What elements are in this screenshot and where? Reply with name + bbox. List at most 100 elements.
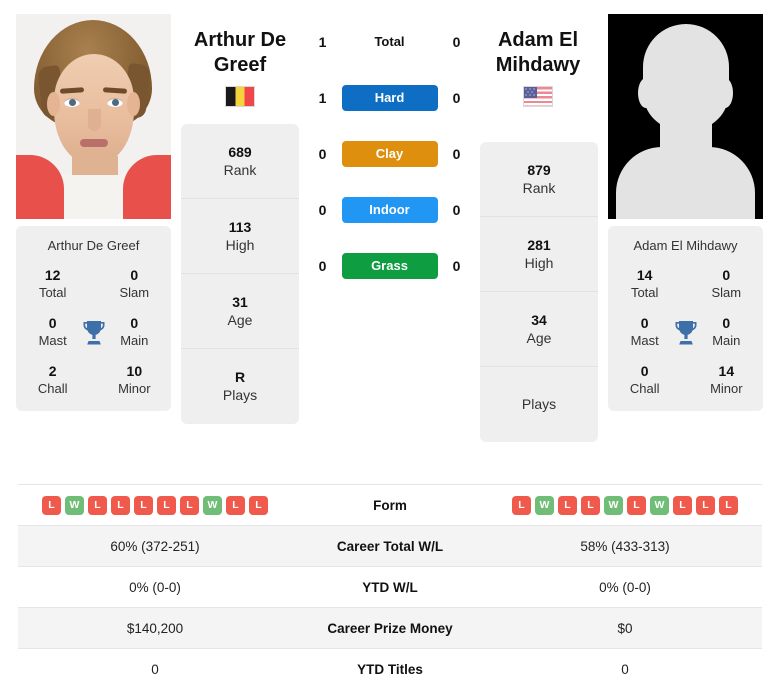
surface-chip-hard[interactable]: Hard: [341, 85, 438, 111]
left-titles-row-3: 2 Chall 10 Minor: [22, 363, 165, 399]
right-rank-label: Rank: [522, 179, 556, 196]
form-badge: W: [65, 495, 84, 515]
right-rank-panel: 879 Rank 281 High 34 Age Plays: [480, 142, 598, 442]
right-slam-titles: 0 Slam: [702, 267, 751, 301]
left-ytd_titles-cell: 0: [151, 661, 159, 677]
left-player-name: Arthur De Greef: [193, 29, 287, 76]
stat-label-form: Form: [373, 497, 407, 513]
silhouette-body: [616, 147, 755, 219]
right-main-value: 0: [722, 315, 731, 331]
right-player-column: Adam El Mihdawy 14 Total 0 Slam 0 Mast 0…: [608, 14, 763, 411]
right-rank-value: 879: [527, 161, 551, 178]
form-badge: W: [650, 495, 669, 515]
left-player-photo: [16, 14, 171, 219]
left-minor-titles: 10 Minor: [110, 363, 159, 397]
left-form-cell: LWLLLLLWLL: [18, 495, 292, 515]
form-badge: W: [604, 495, 623, 515]
surface-chip-total: Total: [374, 34, 405, 49]
right-titles-row-3: 0 Chall 14 Minor: [614, 363, 757, 399]
left-slam-titles: 0 Slam: [110, 267, 159, 301]
right-total-titles: 14 Total: [620, 267, 669, 301]
table-row: 0 YTD Titles 0: [18, 648, 762, 689]
left-career_total_wl-cell: 60% (372-251): [110, 538, 200, 554]
right-form-cell: LWLLWLWLLL: [488, 495, 762, 515]
right-slam-label: Slam: [711, 285, 742, 300]
right-career_prize_money-cell: $0: [617, 620, 633, 636]
surface-row-clay: 0 Clay 0: [303, 126, 476, 182]
right-career_total_wl-cell: 58% (433-313): [580, 538, 670, 554]
surface-row-grass: 0 Grass 0: [303, 238, 476, 294]
left-mast-titles: 0 Mast: [28, 315, 77, 349]
portrait-graphic: [16, 14, 171, 219]
left-total-label: Total: [38, 285, 67, 300]
right-chall-label: Chall: [629, 381, 660, 396]
left-plays-label: Plays: [222, 387, 258, 403]
form-badge: L: [673, 495, 692, 515]
left-slam-label: Slam: [119, 285, 150, 300]
stat-label-career_prize_money: Career Prize Money: [327, 620, 453, 636]
left-card-player-name: Arthur De Greef: [47, 238, 140, 253]
eye-left-shape: [64, 98, 80, 107]
left-titles-row-2: 0 Mast 0 Main: [22, 315, 165, 363]
head-to-head-column: 1 Total 0 1 Hard 0 0 Clay 0 0 Indoor 0 0 Grass 0: [299, 14, 480, 294]
left-rank-cell: 689 Rank: [181, 124, 299, 199]
surface-chip-indoor[interactable]: Indoor: [341, 197, 438, 223]
compare-area: Arthur De Greef 12 Total 0 Slam 0 Mast 0…: [0, 0, 779, 470]
form-badge: L: [558, 495, 577, 515]
comparison-stats-table: L W L L L L L W L L Form L W L L W L W L L L 60% (372-251) Car…: [18, 484, 762, 689]
right-grass-count: 0: [452, 258, 461, 274]
left-rank-value: 689: [228, 143, 252, 160]
left-mast-value: 0: [48, 315, 57, 331]
right-mast-value: 0: [640, 315, 649, 331]
right-plays-label: Plays: [521, 396, 557, 412]
surface-row-indoor: 0 Indoor 0: [303, 182, 476, 238]
right-player-name: Adam El Mihdawy: [495, 29, 581, 76]
left-career_prize_money-cell: $140,200: [126, 620, 184, 636]
left-total-value: 12: [44, 267, 61, 283]
left-mast-label: Mast: [38, 333, 67, 348]
form-badge: L: [627, 495, 646, 515]
right-main-label: Main: [712, 333, 741, 348]
right-chall-titles: 0 Chall: [620, 363, 669, 397]
left-total-titles: 12 Total: [28, 267, 77, 301]
form-badge: L: [111, 495, 130, 515]
right-player-name-header: Adam El Mihdawy: [468, 28, 608, 107]
stat-label-ytd_titles: YTD Titles: [357, 661, 423, 677]
left-clay-count: 0: [318, 146, 327, 162]
silhouette-ear-left: [638, 78, 654, 108]
right-rank-cell: 879 Rank: [480, 142, 598, 217]
left-player-stat-card: Arthur De Greef 12 Total 0 Slam 0 Mast 0…: [16, 226, 171, 411]
left-player-name-header: Arthur De Greef: [170, 28, 310, 107]
left-chall-value: 2: [48, 363, 57, 379]
jacket-left-shape: [16, 155, 64, 219]
table-row: $140,200 Career Prize Money $0: [18, 607, 762, 648]
ear-right-shape: [127, 92, 140, 116]
right-clay-count: 0: [452, 146, 461, 162]
form-badge: L: [512, 495, 531, 515]
left-minor-value: 10: [126, 363, 143, 379]
left-slam-value: 0: [130, 267, 139, 283]
form-badge: L: [249, 495, 268, 515]
surface-chip-grass[interactable]: Grass: [341, 253, 438, 279]
right-card-player-name: Adam El Mihdawy: [633, 238, 738, 253]
right-slam-value: 0: [722, 267, 731, 283]
surface-row-total: 1 Total 0: [303, 14, 476, 70]
stat-label-ytd_wl: YTD W/L: [362, 579, 418, 595]
right-high-label: High: [524, 254, 554, 271]
right-total-label: Total: [630, 285, 659, 300]
right-mast-titles: 0 Mast: [620, 315, 669, 349]
right-ytd_wl-cell: 0% (0-0): [599, 579, 651, 595]
right-minor-titles: 14 Minor: [702, 363, 751, 397]
right-main-titles: 0 Main: [702, 315, 751, 349]
left-age-cell: 31 Age: [181, 274, 299, 349]
mouth-shape: [80, 139, 108, 147]
surface-chip-clay[interactable]: Clay: [341, 141, 438, 167]
right-age-label: Age: [526, 329, 552, 346]
form-badge: L: [719, 495, 738, 515]
form-badge: L: [696, 495, 715, 515]
left-minor-label: Minor: [118, 381, 151, 396]
form-badge: W: [535, 495, 554, 515]
form-badge: L: [581, 495, 600, 515]
left-trophy-icon: [77, 319, 109, 346]
right-trophy-icon: [669, 319, 701, 346]
